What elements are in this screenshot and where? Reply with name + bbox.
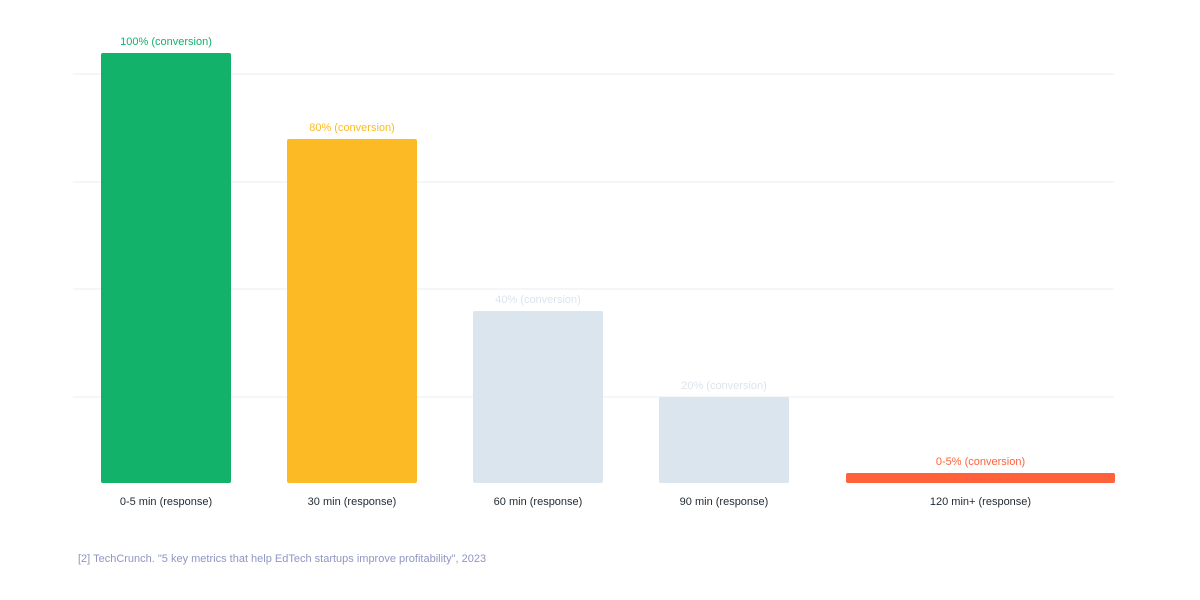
bar-data-label: 80% (conversion)	[309, 122, 395, 134]
category-label: 30 min (response)	[308, 496, 397, 508]
bar	[846, 473, 1115, 483]
bar-data-label: 40% (conversion)	[495, 294, 581, 306]
category-label: 90 min (response)	[680, 496, 769, 508]
category-label: 120 min+ (response)	[930, 496, 1031, 508]
conversion-bar-chart: 100% (conversion) 80% (conversion) 40% (co…	[73, 36, 1115, 508]
bar-data-label: 20% (conversion)	[681, 380, 767, 392]
category-labels: 0-5 min (response) 30 min (response) 60 mi…	[120, 496, 1031, 508]
category-label: 0-5 min (response)	[120, 496, 212, 508]
bar	[473, 311, 603, 483]
bar	[101, 53, 231, 483]
bar-data-label: 100% (conversion)	[120, 36, 212, 48]
bars	[101, 53, 1115, 483]
bar	[287, 139, 417, 483]
bar	[659, 397, 789, 483]
source-note: [2] TechCrunch. "5 key metrics that help…	[78, 553, 487, 565]
bar-data-label: 0-5% (conversion)	[936, 456, 1025, 468]
category-label: 60 min (response)	[494, 496, 583, 508]
